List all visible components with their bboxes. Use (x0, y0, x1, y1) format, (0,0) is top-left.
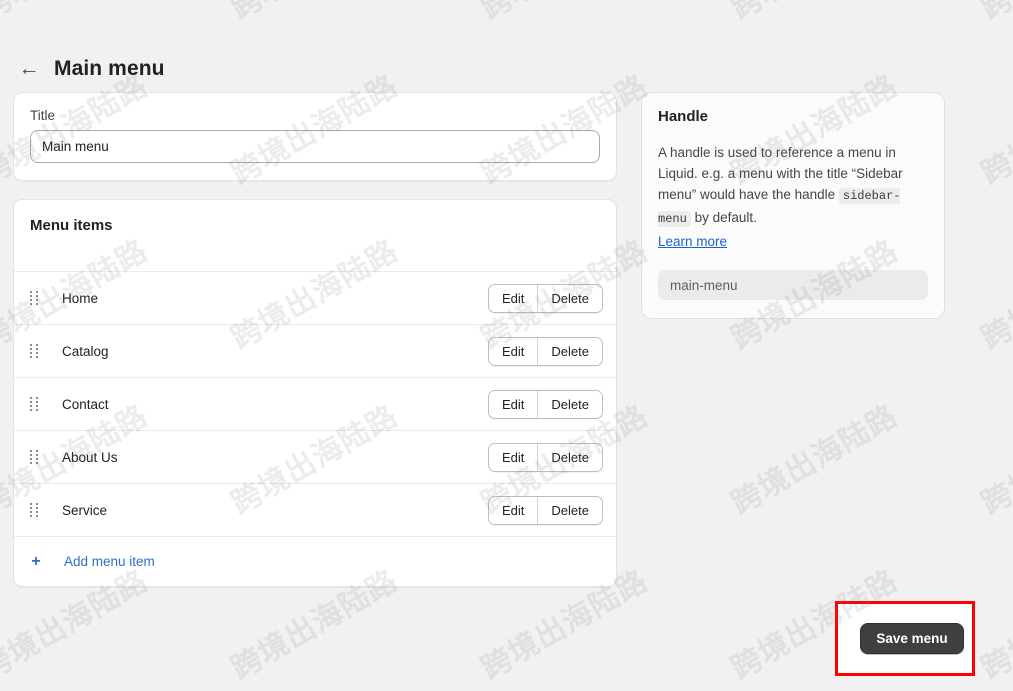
row-actions: Edit Delete (488, 389, 603, 419)
edit-button[interactable]: Edit (489, 496, 538, 524)
page-title: Main menu (54, 57, 165, 80)
table-row[interactable]: Catalog Edit Delete (14, 324, 616, 377)
handle-description: A handle is used to reference a menu in … (658, 142, 928, 252)
row-actions: Edit Delete (488, 442, 603, 472)
page-header: ← Main menu (0, 0, 1013, 92)
learn-more-link[interactable]: Learn more (658, 231, 727, 252)
drag-handle-icon[interactable] (30, 449, 42, 465)
handle-input[interactable] (658, 270, 928, 300)
handle-heading: Handle (658, 108, 709, 125)
delete-button[interactable]: Delete (537, 337, 602, 365)
row-actions: Edit Delete (488, 495, 603, 525)
menu-item-label: About Us (62, 449, 118, 465)
side-column: Handle A handle is used to reference a m… (641, 92, 945, 319)
edit-button[interactable]: Edit (489, 284, 538, 312)
save-button-annotation: Save menu (835, 601, 975, 676)
add-menu-item-row[interactable]: + Add menu item (14, 536, 616, 586)
row-actions: Edit Delete (488, 283, 603, 313)
menu-item-label: Catalog (62, 343, 109, 359)
menu-items-card: Menu items Home Edit Delete Catalog Edit… (13, 199, 617, 587)
handle-card: Handle A handle is used to reference a m… (641, 92, 945, 319)
delete-button[interactable]: Delete (537, 284, 602, 312)
menu-item-label: Home (62, 290, 99, 306)
menu-item-label: Contact (62, 396, 109, 412)
title-label: Title (30, 108, 56, 123)
title-card: Title (13, 92, 617, 181)
plus-icon: + (31, 552, 41, 570)
main-column: Title Menu items Home Edit Delete (13, 92, 617, 587)
title-input[interactable] (30, 130, 600, 163)
table-row[interactable]: About Us Edit Delete (14, 430, 616, 483)
delete-button[interactable]: Delete (537, 443, 602, 471)
edit-button[interactable]: Edit (489, 390, 538, 418)
menu-items-heading: Menu items (30, 217, 113, 234)
table-row[interactable]: Home Edit Delete (14, 271, 616, 324)
edit-button[interactable]: Edit (489, 337, 538, 365)
drag-handle-icon[interactable] (30, 502, 42, 518)
delete-button[interactable]: Delete (537, 496, 602, 524)
handle-description-text-2: by default. (690, 210, 757, 225)
drag-handle-icon[interactable] (30, 343, 42, 359)
menu-item-label: Service (62, 502, 108, 518)
add-menu-item-label: Add menu item (64, 554, 155, 569)
page-content: Title Menu items Home Edit Delete (0, 92, 1013, 587)
edit-button[interactable]: Edit (489, 443, 538, 471)
page-root: ← Main menu Title Menu items Home Edit D… (0, 0, 1013, 691)
delete-button[interactable]: Delete (537, 390, 602, 418)
table-row[interactable]: Contact Edit Delete (14, 377, 616, 430)
row-actions: Edit Delete (488, 336, 603, 366)
drag-handle-icon[interactable] (30, 396, 42, 412)
drag-handle-icon[interactable] (30, 290, 42, 306)
table-row[interactable]: Service Edit Delete (14, 483, 616, 536)
arrow-left-icon[interactable]: ← (18, 57, 40, 79)
save-menu-button[interactable]: Save menu (860, 623, 964, 654)
